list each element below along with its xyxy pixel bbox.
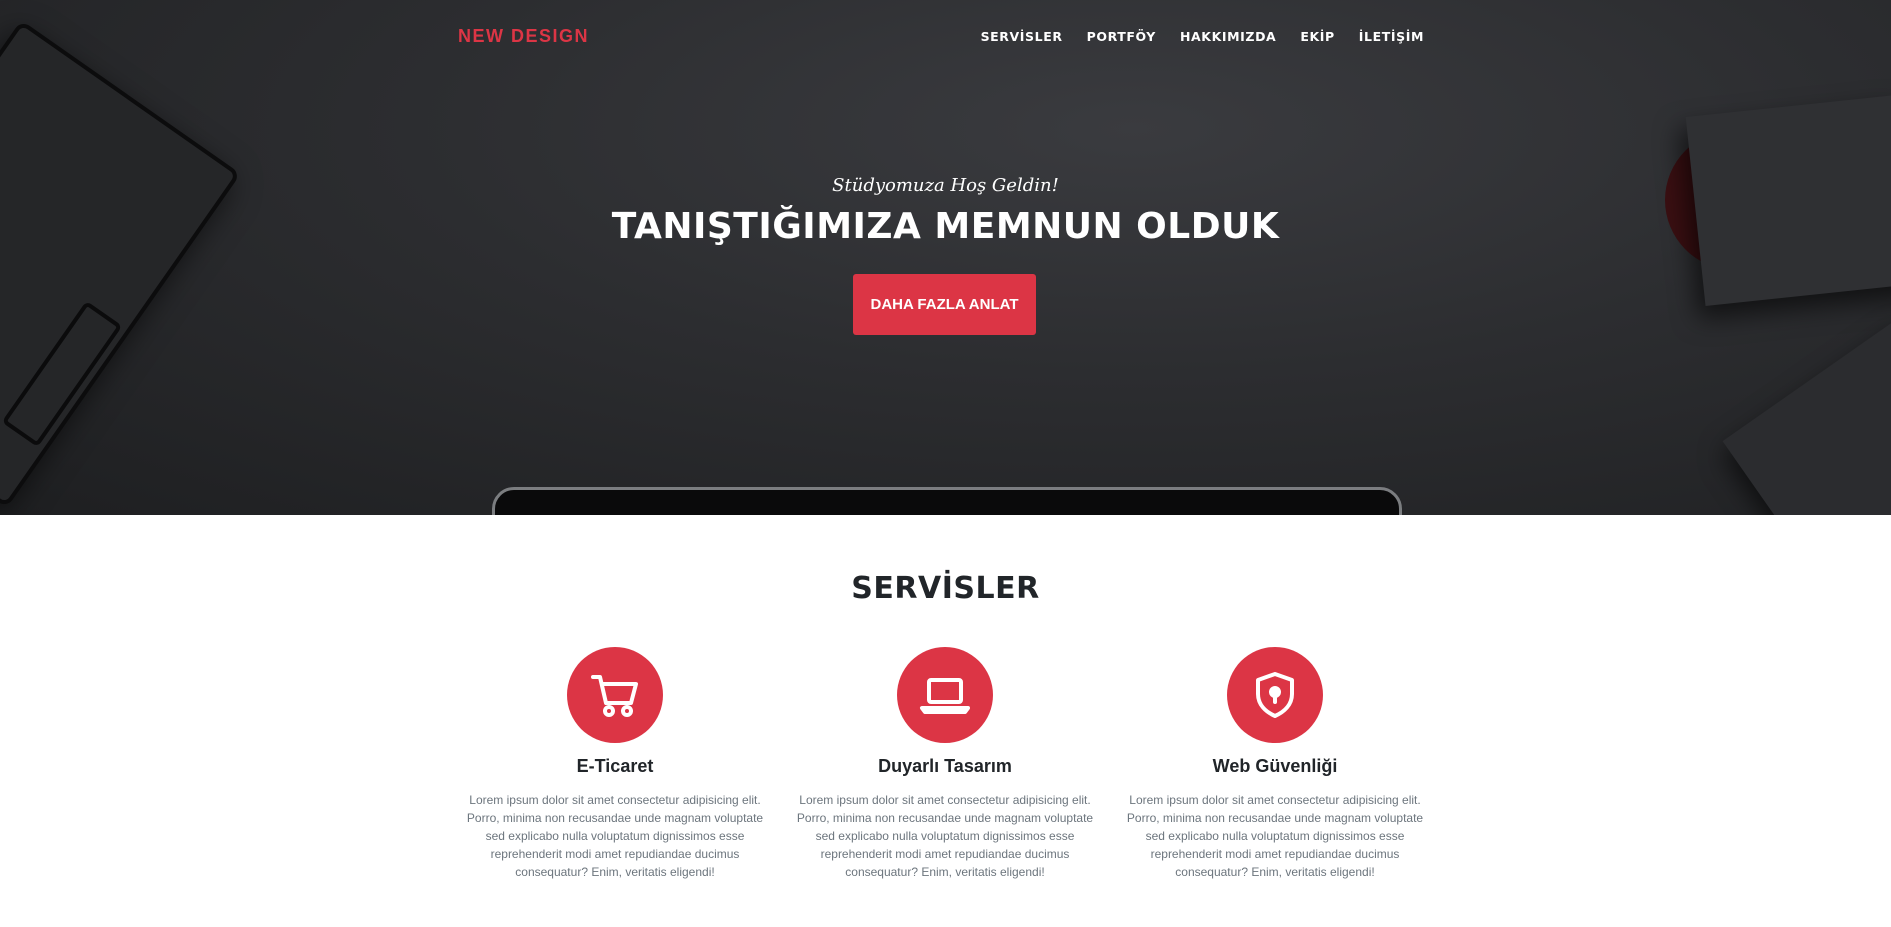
shopping-cart-icon xyxy=(567,647,663,743)
service-card-web-guvenligi: Web Güvenliği Lorem ipsum dolor sit amet… xyxy=(1125,647,1425,881)
service-title: Web Güvenliği xyxy=(1212,756,1338,776)
laptop-decoration xyxy=(492,487,1402,515)
nav-item-iletisim[interactable]: İLETİŞİM xyxy=(1359,29,1424,44)
service-card-duyarli-tasarim: Duyarlı Tasarım Lorem ipsum dolor sit am… xyxy=(795,647,1095,881)
brand-logo[interactable]: NEW DESIGN xyxy=(458,26,589,47)
hero-subheading: Stüdyomuza Hoş Geldin! xyxy=(832,175,1059,196)
card-decoration xyxy=(1685,94,1891,306)
tell-more-button[interactable]: DAHA FAZLA ANLAT xyxy=(853,274,1036,335)
navbar: NEW DESIGN SERVİSLER PORTFÖY HAKKIMIZDA … xyxy=(0,0,1891,72)
envelope-decoration xyxy=(1722,314,1891,515)
nav-item-hakkimizda[interactable]: HAKKIMIZDA xyxy=(1180,29,1276,44)
nav-item-ekip[interactable]: EKİP xyxy=(1300,29,1334,44)
hero-heading: TANIŞTIĞIMIZA MEMNUN OLDUK xyxy=(611,206,1280,247)
section-title: SERVİSLER xyxy=(851,571,1040,606)
service-title: Duyarlı Tasarım xyxy=(878,756,1012,776)
service-description: Lorem ipsum dolor sit amet consectetur a… xyxy=(1126,793,1424,879)
service-description: Lorem ipsum dolor sit amet consectetur a… xyxy=(796,793,1094,879)
shield-lock-icon xyxy=(1227,647,1323,743)
laptop-icon xyxy=(897,647,993,743)
service-card-eticaret: E-Ticaret Lorem ipsum dolor sit amet con… xyxy=(465,647,765,881)
service-description: Lorem ipsum dolor sit amet consectetur a… xyxy=(466,793,764,879)
nav-item-portfoy[interactable]: PORTFÖY xyxy=(1087,29,1156,44)
nav-item-servisler[interactable]: SERVİSLER xyxy=(981,29,1063,44)
service-title: E-Ticaret xyxy=(576,756,654,776)
hero-section: NEW DESIGN SERVİSLER PORTFÖY HAKKIMIZDA … xyxy=(0,0,1891,515)
nav-menu: SERVİSLER PORTFÖY HAKKIMIZDA EKİP İLETİŞ… xyxy=(981,29,1424,44)
